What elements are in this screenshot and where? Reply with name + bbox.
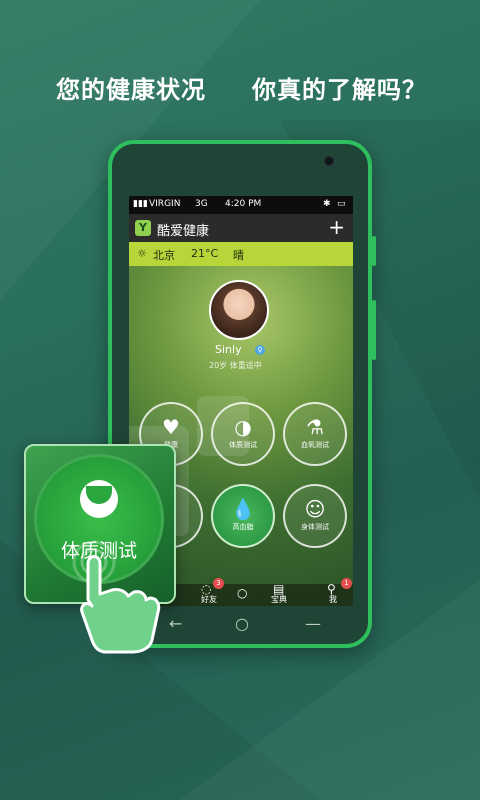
tab-friends[interactable]: ◌ 3 好友: [189, 578, 229, 606]
app-logo-icon: Y: [135, 220, 151, 236]
avatar[interactable]: [209, 280, 269, 340]
feature-body-button[interactable]: ☺ 身体测试: [283, 484, 347, 548]
headline-right: 你真的了解吗？: [252, 76, 427, 104]
drop-icon: 💧: [230, 497, 256, 521]
power-button: [372, 300, 376, 360]
feature-label: 高血脂: [232, 523, 254, 531]
nav-bar: ← ○ —: [129, 614, 353, 634]
tab-badge: 1: [341, 578, 352, 589]
battery-icon: ▭: [337, 199, 346, 209]
feature-constitution-button[interactable]: ◑ 体质测试: [211, 402, 275, 466]
camera-icon: [324, 156, 334, 166]
tab-label: 好友: [201, 595, 217, 604]
menu-button[interactable]: —: [305, 614, 321, 633]
yinyang-icon: ◑: [234, 415, 252, 439]
feature-label: 血氧测试: [301, 441, 329, 449]
gender-icon: ♀: [255, 345, 265, 355]
weather-city: 北京: [153, 249, 175, 262]
tab-guide[interactable]: ▤ 宝典: [259, 582, 299, 606]
status-bar: ▮▮▮ VIRGIN 3G 4:20 PM ✱ ▭: [129, 196, 353, 214]
weather-bar: ☼ 北京 21°C 晴: [129, 242, 353, 266]
profile-name: Sinly: [215, 343, 242, 356]
tab-label: 宝典: [271, 595, 287, 604]
bluetooth-icon: ✱: [323, 199, 331, 209]
yinyang-icon: [80, 480, 118, 518]
headline: 您的健康状况 你真的了解吗？: [0, 70, 480, 110]
feature-label: 体质测试: [229, 441, 257, 449]
headline-left: 您的健康状况: [56, 76, 206, 104]
feature-label: 身体测试: [301, 523, 329, 531]
tab-badge: 3: [213, 578, 224, 589]
sun-icon: ☼: [137, 247, 147, 260]
circle-icon: ○: [237, 586, 248, 600]
flask-icon: ⚗: [306, 415, 324, 439]
app-header: Y 酷爱健康 +: [129, 214, 353, 242]
weather-temp: 21°C: [191, 247, 219, 260]
body-icon: ☺: [304, 497, 326, 521]
weather-condition: 晴: [233, 249, 244, 262]
add-button[interactable]: +: [328, 216, 345, 238]
carrier: VIRGIN: [149, 199, 181, 209]
clock: 4:20 PM: [225, 199, 262, 209]
feature-oxygen-button[interactable]: ⚗ 血氧测试: [283, 402, 347, 466]
heart-icon: ♥: [162, 415, 180, 439]
tab-me[interactable]: ⚲ 1 我: [313, 578, 353, 606]
volume-button: [372, 236, 376, 266]
home-button[interactable]: ○: [235, 614, 249, 633]
profile-status: 20岁 体重适中: [209, 361, 262, 370]
back-button[interactable]: ←: [169, 614, 182, 633]
signal-icon: ▮▮▮: [133, 199, 148, 209]
feature-lipid-button[interactable]: 💧 高血脂: [211, 484, 275, 548]
pointer-hand-icon: [72, 540, 161, 654]
tab-label: 我: [329, 595, 337, 604]
network: 3G: [195, 199, 208, 209]
tab-center[interactable]: ○: [229, 584, 259, 606]
app-title: 酷爱健康: [157, 224, 210, 239]
